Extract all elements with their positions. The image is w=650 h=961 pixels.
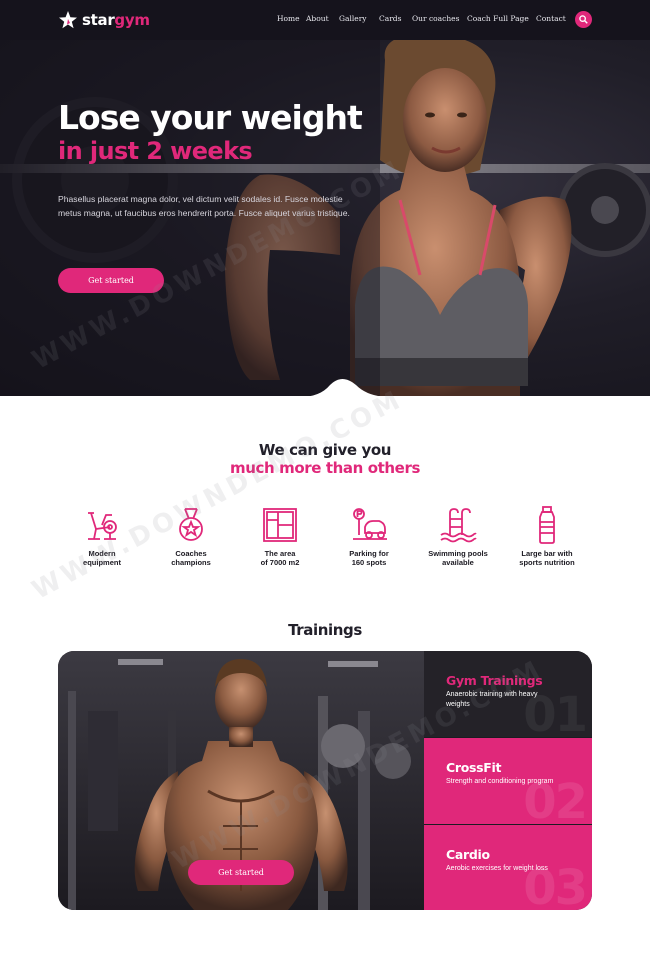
feature-area: The area of 7000 m2	[235, 505, 325, 567]
search-button[interactable]	[575, 11, 592, 28]
training-panel-cardio[interactable]: 03 Cardio Aerobic exercises for weight l…	[424, 825, 592, 910]
logo[interactable]: stargym	[58, 8, 150, 32]
nav-coach-full-page[interactable]: Coach Full Page	[467, 14, 529, 23]
floor-plan-icon	[263, 508, 297, 542]
feature-label-line2: champions	[171, 557, 211, 567]
nav-our-coaches[interactable]: Our coaches	[412, 14, 459, 23]
trainings-card: Get started 01 Gym Trainings Anaerobic t…	[58, 651, 592, 910]
training-title: Gym Trainings	[446, 673, 543, 688]
nav-contact[interactable]: Contact	[536, 14, 566, 23]
training-description: Strength and conditioning program	[446, 778, 554, 785]
training-panel-gym[interactable]: 01 Gym Trainings Anaerobic training with…	[424, 651, 592, 737]
feature-label-line2: of 7000 m2	[260, 557, 300, 567]
feature-sports-nutrition: Large bar with sports nutrition	[502, 505, 592, 567]
feature-parking: Parking for 160 spots	[324, 505, 414, 567]
star-logo-icon	[59, 11, 77, 29]
trainings-get-started-button[interactable]: Get started	[188, 860, 294, 885]
hero-description: Phasellus placerat magna dolor, vel dict…	[58, 194, 350, 218]
logo-text-part1: star	[82, 11, 115, 29]
logo-text: stargym	[82, 11, 150, 29]
nav-gallery[interactable]: Gallery	[339, 14, 367, 23]
features-subtitle: much more than others	[230, 459, 420, 477]
exercise-bike-icon	[88, 512, 117, 540]
parking-car-icon	[353, 508, 387, 540]
search-icon	[579, 15, 588, 24]
feature-label-line2: sports nutrition	[519, 557, 575, 567]
training-description: Anaerobic training with heavy weights	[446, 691, 538, 708]
top-navigation: stargym Home About Gallery Cards Our coa…	[0, 0, 650, 40]
feature-label-line2: equipment	[83, 557, 121, 567]
watermark: WWW.DOWNDEMO.COM	[27, 384, 409, 606]
nav-cards[interactable]: Cards	[379, 14, 401, 23]
feature-label-line2: available	[442, 557, 474, 567]
nav-about[interactable]: About	[306, 14, 329, 23]
trainings-title: Trainings	[288, 621, 362, 639]
training-panel-crossfit[interactable]: 02 CrossFit Strength and conditioning pr…	[424, 738, 592, 824]
logo-text-part2: gym	[114, 11, 150, 29]
training-title: Cardio	[446, 847, 490, 862]
hero-wave-divider	[0, 379, 650, 397]
training-description: Aerobic exercises for weight loss	[446, 865, 548, 872]
feature-coaches-champions: Coaches champions	[146, 505, 236, 567]
hero-get-started-button[interactable]: Get started	[58, 268, 164, 293]
training-title: CrossFit	[446, 760, 502, 775]
feature-swimming-pools: Swimming pools available	[413, 505, 503, 567]
hero-subtitle: in just 2 weeks	[58, 137, 253, 165]
nav-home[interactable]: Home	[277, 14, 300, 23]
feature-modern-equipment: Modern equipment	[57, 505, 147, 567]
swimming-pool-icon	[440, 508, 477, 543]
feature-label-line2: 160 spots	[351, 557, 387, 567]
bottle-icon	[539, 506, 555, 544]
medal-icon	[179, 508, 203, 541]
hero-section: Lose your weight in just 2 weeks Phasell…	[0, 40, 650, 396]
features-title: We can give you	[258, 441, 392, 459]
hero-title: Lose your weight	[58, 98, 363, 137]
